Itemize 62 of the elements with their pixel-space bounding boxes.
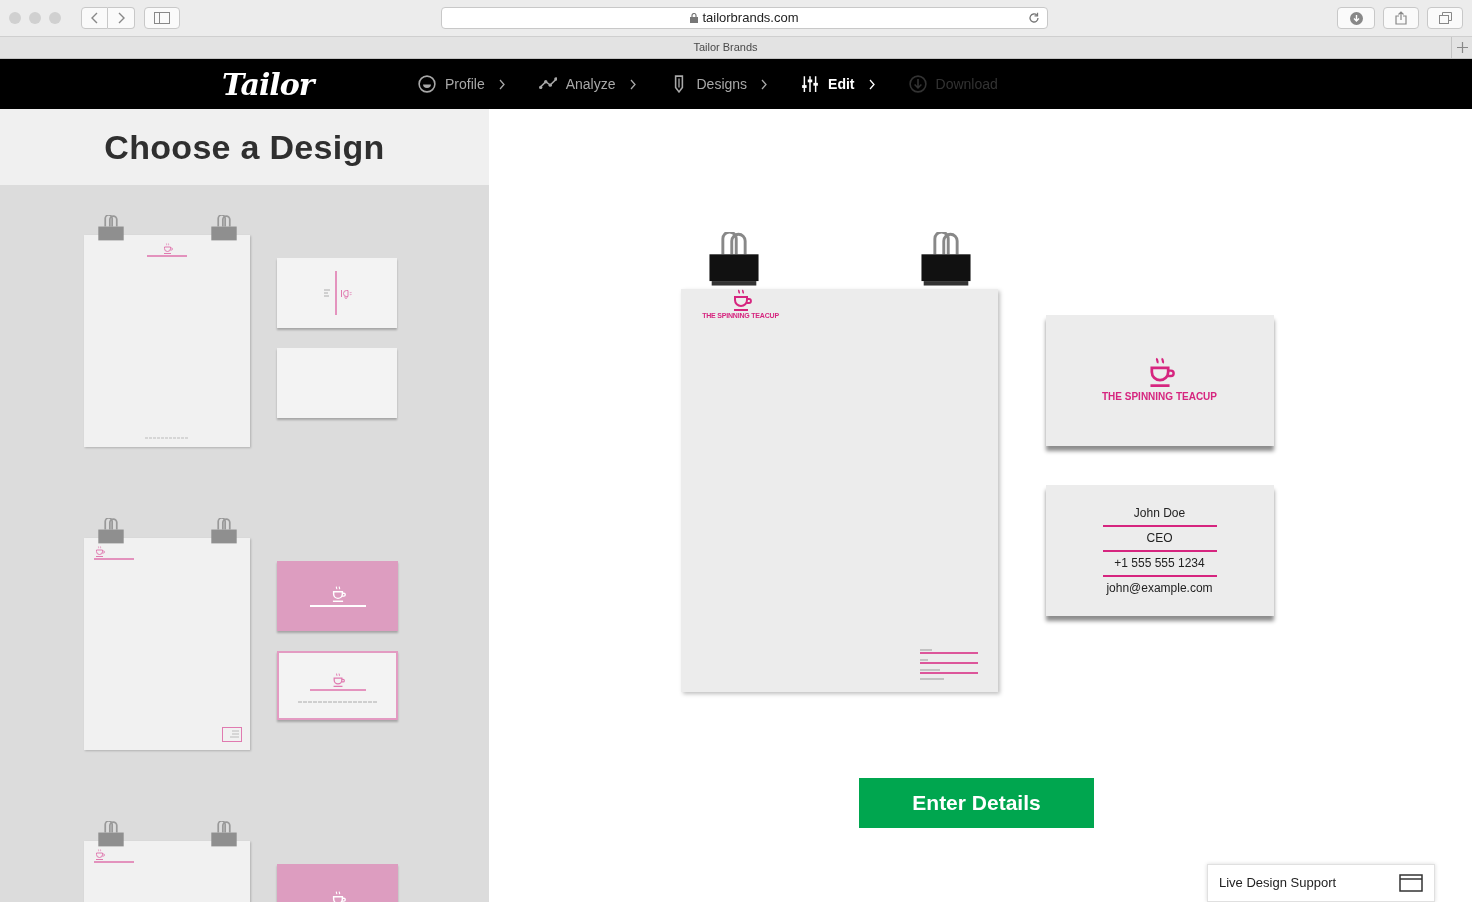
sidebar-title: Choose a Design <box>104 126 385 168</box>
teacup-icon <box>94 849 105 860</box>
business-card-thumbnail[interactable] <box>277 348 397 418</box>
zoom-window-button[interactable] <box>49 12 61 24</box>
nav-step-tab[interactable]: Analyze <box>538 73 616 95</box>
tabs-button[interactable] <box>1427 7 1463 29</box>
brand-mark-drawing <box>334 271 337 315</box>
sliders-icon <box>801 75 820 93</box>
sidebar-icon <box>154 12 170 24</box>
live-support-label: Live Design Support <box>1219 874 1337 893</box>
teacup-icon <box>161 243 173 254</box>
contact-box-drawing <box>222 727 242 742</box>
logo[interactable]: Tailor <box>222 61 342 107</box>
back-button[interactable] <box>81 7 108 29</box>
download-icon <box>908 75 927 93</box>
letterhead-thumbnail[interactable] <box>84 235 250 447</box>
nav-step-tab[interactable]: Designs <box>669 73 748 95</box>
tabs-icon <box>1438 12 1452 24</box>
chat-window-icon <box>1399 874 1423 892</box>
chevron-right-icon <box>498 78 506 90</box>
binder-clip-icon <box>96 518 126 546</box>
card-detail-text: john@example.com <box>1105 579 1214 597</box>
brand-name: THE SPINNING TEACUP <box>1102 390 1217 404</box>
chevron-left-icon <box>90 12 99 24</box>
sidebar-toggle-button[interactable] <box>144 7 180 29</box>
downloads-button[interactable] <box>1337 7 1375 29</box>
business-card-thumbnail[interactable] <box>277 651 398 720</box>
url-text: tailorbrands.com <box>702 9 799 28</box>
chevron-right-icon <box>761 78 769 90</box>
share-icon <box>1395 11 1407 25</box>
smiley-icon <box>418 75 436 93</box>
nav-step-tab[interactable]: Edit <box>801 73 855 95</box>
binder-clip-icon <box>96 821 126 849</box>
binder-clip-icon <box>209 821 239 849</box>
card-detail-text: John Doe <box>1132 504 1187 522</box>
business-card-thumbnail[interactable] <box>277 258 397 328</box>
contact-block-drawing <box>919 649 980 681</box>
plus-icon <box>1456 42 1468 53</box>
chevron-right-icon <box>117 12 125 24</box>
chevron-right-icon <box>868 78 876 90</box>
contact-lines-drawing <box>322 288 331 298</box>
card-detail-text: +1 555 555 1234 <box>1113 554 1206 572</box>
card-detail-text: CEO <box>1145 529 1174 547</box>
forward-button[interactable] <box>108 7 135 29</box>
business-card-thumbnail[interactable] <box>277 561 398 631</box>
download-icon <box>1349 11 1363 25</box>
nav-step-tab[interactable]: Profile <box>418 73 485 95</box>
teacup-icon <box>94 546 105 557</box>
binder-clip-icon <box>209 215 239 243</box>
brand-mark-drawing <box>309 604 366 607</box>
binder-clip-icon <box>96 215 126 243</box>
reload-icon[interactable] <box>1028 12 1040 24</box>
binder-clip-icon <box>209 518 239 546</box>
letterhead-thumbnail[interactable] <box>84 538 250 750</box>
lock-icon <box>690 13 699 23</box>
chevron-right-icon <box>629 78 637 90</box>
close-window-button[interactable] <box>9 12 21 24</box>
share-button[interactable] <box>1383 7 1419 29</box>
teacup-icon <box>340 287 352 299</box>
minimize-window-button[interactable] <box>29 12 41 24</box>
live-support-widget[interactable]: Live Design Support <box>1207 864 1435 902</box>
address-bar[interactable]: tailorbrands.com <box>441 7 1048 29</box>
